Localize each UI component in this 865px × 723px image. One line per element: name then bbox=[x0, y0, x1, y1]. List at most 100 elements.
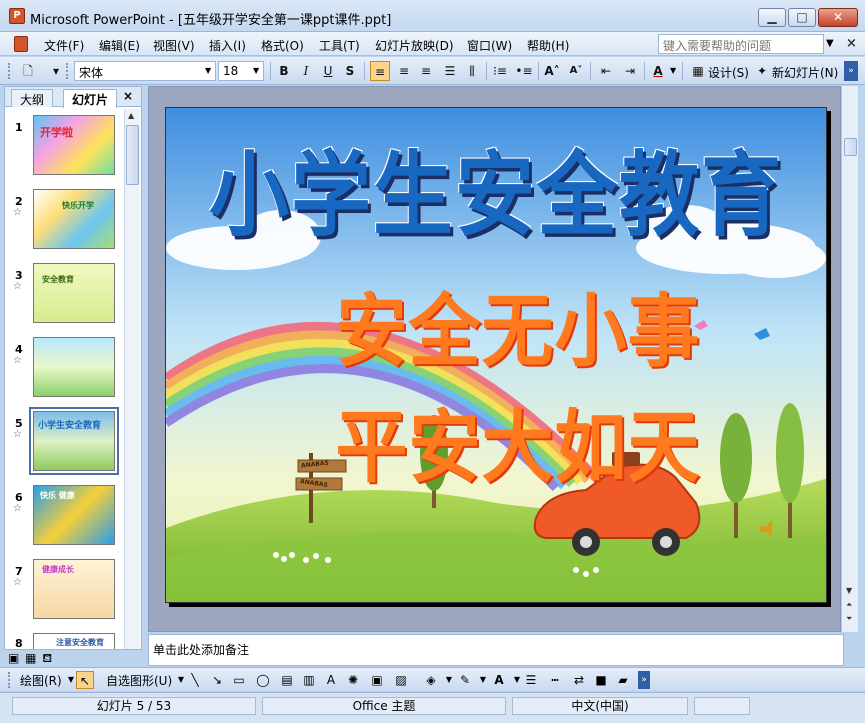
toolbar-grip[interactable] bbox=[66, 63, 69, 79]
font-name-dropdown-icon[interactable]: ▼ bbox=[205, 66, 211, 75]
bullets-icon[interactable]: •≡ bbox=[514, 61, 534, 81]
slide-sorter-view-icon[interactable]: ▦ bbox=[25, 651, 36, 665]
scroll-up-icon[interactable]: ▲ bbox=[128, 111, 134, 120]
transition-star-icon[interactable]: ☆ bbox=[13, 503, 22, 514]
menu-file[interactable]: 文件(F) bbox=[44, 37, 84, 54]
slide-title[interactable]: 小学生安全教育 bbox=[166, 149, 826, 242]
normal-view-icon[interactable]: ▣ bbox=[8, 651, 19, 665]
arrow-style-icon[interactable]: ⇄ bbox=[570, 671, 588, 689]
menu-format[interactable]: 格式(O) bbox=[261, 37, 304, 54]
toolbar-grip[interactable] bbox=[8, 672, 11, 688]
minimize-button[interactable]: ▁ bbox=[758, 8, 786, 27]
numbering-icon[interactable]: ⁝≡ bbox=[490, 61, 510, 81]
new-slide-icon[interactable]: ✦ bbox=[752, 61, 772, 81]
decrease-font-icon[interactable]: A˅ bbox=[566, 61, 586, 81]
select-pointer-icon[interactable]: ↖ bbox=[76, 671, 94, 689]
slide-subtitle-line-1[interactable]: 安全无小事 bbox=[188, 291, 826, 370]
transition-star-icon[interactable]: ☆ bbox=[13, 577, 22, 588]
menu-tools[interactable]: 工具(T) bbox=[319, 37, 360, 54]
rectangle-tool-icon[interactable]: ▭ bbox=[230, 671, 248, 689]
align-center-icon[interactable]: ≡ bbox=[394, 61, 414, 81]
menu-view[interactable]: 视图(V) bbox=[153, 37, 195, 54]
transition-star-icon[interactable]: ☆ bbox=[13, 429, 22, 440]
fill-color-icon[interactable]: ◈ bbox=[422, 671, 440, 689]
toolbar-options-icon[interactable]: ▾ bbox=[50, 61, 62, 81]
slide-thumbnail-2[interactable]: 快乐开学 bbox=[33, 189, 115, 249]
notes-pane[interactable]: 单击此处添加备注 bbox=[148, 634, 844, 666]
document-close-icon[interactable]: × bbox=[846, 36, 857, 51]
align-left-icon[interactable]: ≡ bbox=[370, 61, 390, 81]
increase-indent-icon[interactable]: ⇥ bbox=[620, 61, 640, 81]
line-tool-icon[interactable]: ╲ bbox=[186, 671, 204, 689]
slide-subtitle-line-2[interactable]: 平安大如天 bbox=[188, 407, 826, 486]
toolbar-overflow-icon[interactable]: » bbox=[844, 61, 858, 81]
3d-style-icon[interactable]: ▰ bbox=[614, 671, 632, 689]
main-vertical-scrollbar[interactable]: ▼ ⏶ ⏷ bbox=[841, 86, 858, 632]
clipart-icon[interactable]: ▣ bbox=[368, 671, 386, 689]
line-style-icon[interactable]: ☰ bbox=[522, 671, 540, 689]
line-color-icon[interactable]: ✎ bbox=[456, 671, 474, 689]
document-icon[interactable] bbox=[14, 36, 28, 52]
slides-scrollbar[interactable]: ▲ bbox=[124, 109, 140, 649]
slide-thumbnail-4[interactable] bbox=[33, 337, 115, 397]
autoshapes-button[interactable]: 自选图形(U) bbox=[106, 672, 172, 689]
toolbar-grip[interactable] bbox=[8, 63, 11, 79]
textbox-tool-icon[interactable]: ▤ bbox=[278, 671, 296, 689]
slide-thumbnail-1[interactable]: 开学啦 bbox=[33, 115, 115, 175]
slide-thumbnail-7[interactable]: 健康成长 bbox=[33, 559, 115, 619]
shadow-button[interactable]: S bbox=[340, 61, 360, 81]
powerpoint-app-icon[interactable]: P bbox=[9, 8, 25, 24]
help-search-input[interactable]: 键入需要帮助的问题 bbox=[658, 34, 824, 54]
menu-edit[interactable]: 编辑(E) bbox=[99, 37, 140, 54]
new-slide-button[interactable]: 新幻灯片(N) bbox=[772, 64, 838, 81]
toolbar-overflow-icon[interactable]: » bbox=[638, 671, 650, 689]
menu-insert[interactable]: 插入(I) bbox=[209, 37, 246, 54]
font-color-icon[interactable]: A bbox=[648, 61, 668, 81]
next-slide-icon[interactable]: ⏷ bbox=[846, 614, 852, 624]
decrease-indent-icon[interactable]: ⇤ bbox=[596, 61, 616, 81]
tab-slides[interactable]: 幻灯片 bbox=[63, 89, 118, 108]
slide-thumbnail-6[interactable]: 快乐 健康 bbox=[33, 485, 115, 545]
picture-icon[interactable]: ▨ bbox=[392, 671, 410, 689]
dash-style-icon[interactable]: ┅ bbox=[546, 671, 564, 689]
draw-menu-button[interactable]: 绘图(R) bbox=[20, 672, 62, 689]
font-color-icon[interactable]: A bbox=[490, 671, 508, 689]
menu-slideshow[interactable]: 幻灯片放映(D) bbox=[375, 37, 454, 54]
tab-outline[interactable]: 大纲 bbox=[11, 89, 54, 107]
font-color-dropdown-icon[interactable]: ▼ bbox=[670, 66, 676, 75]
bold-button[interactable]: B bbox=[274, 61, 294, 81]
transition-star-icon[interactable]: ☆ bbox=[13, 207, 22, 218]
scrollbar-thumb[interactable] bbox=[844, 138, 857, 156]
scrollbar-thumb[interactable] bbox=[126, 125, 139, 185]
maximize-button[interactable]: □ bbox=[788, 8, 816, 27]
arrow-tool-icon[interactable]: ↘ bbox=[208, 671, 226, 689]
wordart-icon[interactable]: A bbox=[322, 671, 340, 689]
oval-tool-icon[interactable]: ◯ bbox=[254, 671, 272, 689]
help-dropdown-icon[interactable]: ▼ bbox=[826, 38, 834, 49]
pane-close-icon[interactable]: × bbox=[123, 89, 133, 103]
design-icon[interactable]: ▦ bbox=[688, 61, 708, 81]
diagram-icon[interactable]: ✺ bbox=[344, 671, 362, 689]
align-right-icon[interactable]: ≡ bbox=[416, 61, 436, 81]
slide-thumbnail-3[interactable]: 安全教育 bbox=[33, 263, 115, 323]
menu-window[interactable]: 窗口(W) bbox=[467, 37, 512, 54]
new-document-icon[interactable]: 🗋 bbox=[18, 61, 38, 81]
increase-font-icon[interactable]: A˄ bbox=[542, 61, 562, 81]
menu-help[interactable]: 帮助(H) bbox=[527, 37, 569, 54]
current-slide[interactable]: ANABAS ANABAS 小学生安全教育 安全无小事 平安大如天 bbox=[165, 107, 827, 603]
slide-thumbnail-8[interactable]: 注意安全教育 bbox=[33, 633, 115, 649]
font-size-dropdown-icon[interactable]: ▼ bbox=[253, 66, 259, 75]
scroll-down-icon[interactable]: ▼ bbox=[846, 586, 852, 595]
vertical-textbox-icon[interactable]: ▥ bbox=[300, 671, 318, 689]
justify-icon[interactable]: ☰ bbox=[440, 61, 460, 81]
font-name-select[interactable]: 宋体 bbox=[74, 61, 216, 81]
underline-button[interactable]: U bbox=[318, 61, 338, 81]
slideshow-view-icon[interactable]: ⛾ bbox=[42, 651, 52, 665]
shadow-style-icon[interactable]: ■ bbox=[592, 671, 610, 689]
design-button[interactable]: 设计(S) bbox=[708, 64, 749, 81]
transition-star-icon[interactable]: ☆ bbox=[13, 281, 22, 292]
close-button[interactable]: ✕ bbox=[818, 8, 858, 27]
slide-thumbnail-5[interactable]: 小学生安全教育 bbox=[29, 407, 119, 475]
transition-star-icon[interactable]: ☆ bbox=[13, 355, 22, 366]
italic-button[interactable]: I bbox=[296, 61, 316, 81]
